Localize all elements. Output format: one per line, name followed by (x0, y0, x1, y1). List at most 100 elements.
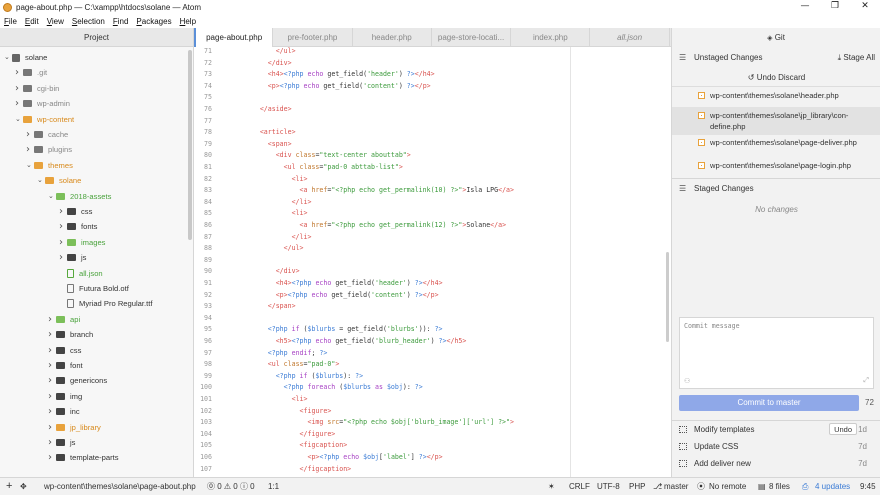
tab-git[interactable]: ◈ Git (671, 28, 880, 47)
code-line[interactable]: <p><?php echo $obj['label'] ?></p> (236, 452, 442, 464)
tree-item[interactable]: › .git (15, 65, 47, 80)
code-line[interactable]: <img src="<?php echo $obj['blurb_image']… (236, 417, 514, 429)
chevron-icon[interactable]: › (48, 343, 56, 358)
tab-index-php[interactable]: index.php (511, 28, 591, 47)
code-line[interactable]: <ul class="pad-0 abttab-list"> (236, 162, 403, 174)
chevron-icon[interactable]: › (48, 358, 56, 373)
arrows-icon[interactable]: ✥ (20, 478, 27, 495)
tab-page-store-locati-[interactable]: page-store-locati... (432, 28, 512, 47)
code-line[interactable]: </ul> (236, 243, 304, 255)
tree-item[interactable]: › img (48, 389, 82, 404)
tree-item[interactable]: › api (48, 312, 80, 327)
code-line[interactable]: <a href="<?php echo get_permalink(10) ?>… (236, 185, 514, 197)
chevron-icon[interactable]: › (59, 204, 67, 219)
chevron-icon[interactable]: › (59, 219, 67, 234)
menu-item-file[interactable]: File (4, 17, 17, 26)
remote-status[interactable]: No remote (709, 478, 746, 495)
tree-item[interactable]: › plugins (26, 142, 72, 157)
code-line[interactable]: <figure> (236, 406, 332, 418)
code-line[interactable]: <a href="<?php echo get_permalink(12) ?>… (236, 220, 507, 232)
tree-item[interactable]: › cache (26, 127, 68, 142)
chevron-icon[interactable]: ⌄ (4, 50, 12, 65)
tree-item[interactable]: › genericons (48, 373, 107, 388)
code-line[interactable]: </li> (236, 197, 312, 209)
code-line[interactable]: </div> (236, 58, 292, 70)
code-line[interactable]: </figcaption> (236, 464, 352, 476)
code-line[interactable]: </li> (236, 232, 312, 244)
code-line[interactable]: </ul> (236, 47, 296, 58)
tree-item[interactable]: ⌄ 2018-assets (48, 189, 111, 204)
menu-item-edit[interactable]: Edit (25, 17, 39, 26)
recent-commit[interactable]: Add deliver new 7d (672, 455, 880, 472)
menu-item-view[interactable]: View (47, 17, 64, 26)
chevron-icon[interactable]: › (48, 389, 56, 404)
code-line[interactable]: <li> (236, 174, 308, 186)
unstaged-file[interactable]: wp-content\themes\solane\page-login.php (672, 160, 880, 171)
cursor-position[interactable]: 1:1 (268, 478, 279, 495)
code-editor[interactable]: 71 72 73 74 75 76 77 78 79 80 81 82 83 84 85 86 87 88 89 90… (194, 47, 671, 477)
tree-item[interactable]: › js (48, 435, 75, 450)
add-icon[interactable]: + (6, 478, 12, 495)
chevron-icon[interactable]: › (59, 235, 67, 250)
code-line[interactable]: <?php endif; ?> (236, 348, 328, 360)
unstaged-file[interactable]: wp-content\themes\solane\header.php (672, 90, 880, 101)
code-line[interactable]: <div class="text-center abouttab"> (236, 150, 411, 162)
close-button[interactable]: ✕ (850, 0, 880, 14)
line-ending[interactable]: CRLF (569, 478, 590, 495)
code-line[interactable]: </figure> (236, 429, 336, 441)
tree-item[interactable]: Futura Bold.otf (59, 281, 129, 296)
tree-item[interactable]: › template-parts (48, 450, 119, 465)
coauthor-icon[interactable]: ⚇ (684, 377, 690, 385)
menu-item-find[interactable]: Find (113, 17, 129, 26)
chevron-icon[interactable]: › (59, 250, 67, 265)
encoding[interactable]: UTF-8 (597, 478, 620, 495)
undo-discard-button[interactable]: ↺ Undo Discard (672, 69, 880, 87)
changed-files[interactable]: 8 files (769, 478, 790, 495)
chevron-icon[interactable]: ⌄ (15, 112, 23, 127)
grammar[interactable]: PHP (629, 478, 645, 495)
tab-pre-footer-php[interactable]: pre-footer.php (273, 28, 353, 47)
package-updates[interactable]: 4 updates (815, 478, 850, 495)
chevron-icon[interactable]: › (48, 327, 56, 342)
tab-header-php[interactable]: header.php (353, 28, 432, 47)
code-line[interactable]: <h4><?php echo get_field('header') ?></h… (236, 69, 435, 81)
chevron-icon[interactable]: › (48, 450, 56, 465)
stage-all-button[interactable]: ⤓ Stage All (838, 48, 875, 68)
menu-item-selection[interactable]: Selection (72, 17, 105, 26)
menu-item-packages[interactable]: Packages (136, 17, 171, 26)
tree-scrollbar[interactable] (188, 50, 192, 240)
chevron-icon[interactable]: › (48, 435, 56, 450)
code-line[interactable]: <p><?php echo get_field('content') ?></p… (236, 81, 431, 93)
chevron-icon[interactable]: ⌄ (26, 158, 34, 173)
tree-item[interactable]: › inc (48, 404, 80, 419)
code-line[interactable]: <ul class="pad-0"> (236, 359, 340, 371)
menu-item-help[interactable]: Help (180, 17, 196, 26)
chevron-icon[interactable]: › (15, 96, 23, 111)
tree-item[interactable]: › branch (48, 327, 93, 342)
recent-commit[interactable]: Update CSS 7d (672, 438, 880, 455)
tree-item[interactable]: › font (48, 358, 83, 373)
tab-all-json[interactable]: all.json (590, 28, 670, 47)
code-line[interactable]: <li> (236, 208, 308, 220)
commit-button[interactable]: Commit to master (679, 395, 859, 411)
file-path[interactable]: wp-content\themes\solane\page-about.php (44, 478, 196, 495)
unstaged-file[interactable]: wp-content\themes\solane\jp_library\con-… (672, 107, 880, 135)
code-line[interactable]: <span> (236, 139, 292, 151)
code-area[interactable]: </ul> </div> <h4><?php echo get_field('h… (236, 47, 566, 477)
code-line[interactable]: <figcaption> (236, 440, 348, 452)
tree-item[interactable]: › images (59, 235, 105, 250)
tree-item[interactable]: › cgi-bin (15, 81, 59, 96)
commit-message-input[interactable]: Commit message ⚇ ⤢ (679, 317, 874, 389)
unstaged-file[interactable]: wp-content\themes\solane\page-deliver.ph… (672, 137, 880, 148)
chevron-icon[interactable]: ⌄ (48, 189, 56, 204)
minimize-button[interactable]: — (790, 0, 820, 14)
expand-icon[interactable]: ⤢ (863, 377, 869, 385)
code-line[interactable]: </div> (236, 266, 300, 278)
tab-project[interactable]: Project (0, 28, 194, 47)
chevron-icon[interactable]: › (48, 420, 56, 435)
tree-item[interactable]: › wp-admin (15, 96, 70, 111)
tree-item[interactable]: ⌄ themes (26, 158, 73, 173)
tree-item[interactable]: › js (59, 250, 86, 265)
tree-item[interactable]: › fonts (59, 219, 97, 234)
undo-commit-button[interactable]: Undo (829, 423, 857, 435)
